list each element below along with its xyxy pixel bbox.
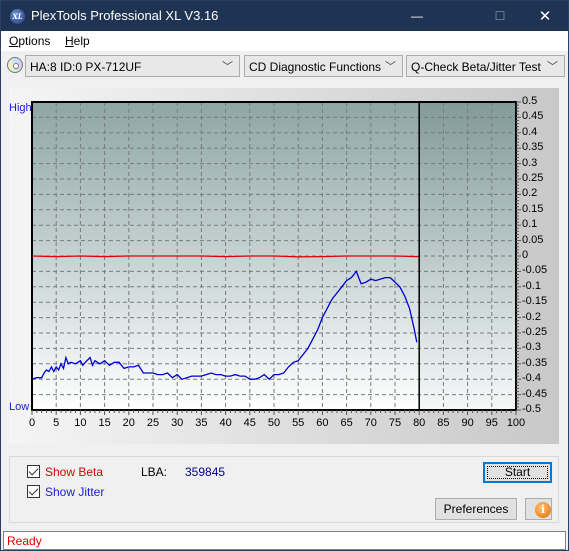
menu-help[interactable]: Help bbox=[65, 34, 90, 48]
start-button[interactable]: Start bbox=[483, 462, 552, 483]
menu-options-mnemonic: O bbox=[9, 34, 19, 48]
x-tick-label: 30 bbox=[171, 417, 184, 429]
beta-jitter-chart bbox=[31, 101, 521, 415]
y-tick-label: 0.4 bbox=[522, 125, 538, 138]
x-tick-label: 0 bbox=[28, 417, 36, 429]
y-tick-label: 0.1 bbox=[522, 218, 538, 231]
chevron-down-icon: ﹀ bbox=[222, 61, 233, 73]
y-tick-label: -0.5 bbox=[522, 403, 541, 415]
show-beta-label[interactable]: Show Beta bbox=[45, 465, 103, 479]
disc-drive-icon bbox=[7, 57, 23, 73]
x-tick-label: 70 bbox=[364, 417, 377, 429]
status-text: Ready bbox=[7, 534, 42, 548]
function-select-value: CD Diagnostic Functions bbox=[249, 60, 382, 74]
x-tick-label: 90 bbox=[461, 417, 474, 429]
y-tick-label: -0.45 bbox=[522, 387, 548, 400]
y-tick-label: -0.1 bbox=[522, 279, 541, 292]
test-select[interactable]: Q-Check Beta/Jitter Test ﹀ bbox=[406, 55, 565, 77]
controls-panel: Show Beta Show Jitter LBA: 359845 Start … bbox=[9, 456, 559, 523]
y-tick-label: 0.45 bbox=[522, 110, 544, 123]
x-tick-label: 95 bbox=[485, 417, 498, 429]
x-tick-label: 25 bbox=[146, 417, 160, 429]
y-tick-label: 0.15 bbox=[522, 202, 544, 215]
lba-value: 359845 bbox=[185, 465, 226, 479]
y-tick-label: 0.35 bbox=[522, 141, 544, 154]
drive-select-value: HA:8 ID:0 PX-712UF bbox=[30, 60, 142, 74]
y-tick-label: -0.05 bbox=[522, 264, 548, 277]
drive-select[interactable]: HA:8 ID:0 PX-712UF ﹀ bbox=[25, 55, 240, 77]
show-jitter-checkbox[interactable] bbox=[27, 485, 40, 498]
close-button[interactable]: ✕ bbox=[522, 1, 568, 31]
y-tick-label: -0.15 bbox=[522, 295, 548, 308]
y-tick-label: 0.05 bbox=[522, 233, 544, 246]
maximize-button[interactable]: ☐ bbox=[477, 1, 523, 31]
info-button[interactable]: i bbox=[525, 498, 552, 520]
x-tick-label: 80 bbox=[413, 417, 426, 429]
focus-rect bbox=[487, 466, 548, 479]
y-tick-label: -0.3 bbox=[522, 341, 541, 354]
y-tick-label: 0.2 bbox=[522, 187, 538, 200]
x-tick-label: 15 bbox=[98, 417, 111, 429]
x-tick-label: 55 bbox=[292, 417, 305, 429]
show-beta-checkbox[interactable] bbox=[27, 465, 40, 478]
x-tick-label: 50 bbox=[267, 417, 281, 429]
menu-bar: Options Help bbox=[1, 31, 568, 51]
window-title: PlexTools Professional XL V3.16 bbox=[31, 8, 219, 23]
chevron-down-icon: ﹀ bbox=[385, 61, 396, 73]
x-tick-label: 60 bbox=[316, 417, 329, 429]
x-tick-label: 85 bbox=[437, 417, 450, 429]
x-tick-label: 100 bbox=[506, 417, 526, 429]
menu-help-rest: elp bbox=[73, 34, 90, 48]
lba-label: LBA: bbox=[141, 465, 168, 479]
minimize-button[interactable]: — bbox=[394, 1, 440, 31]
x-tick-label: 35 bbox=[195, 417, 208, 429]
close-icon: ✕ bbox=[538, 8, 552, 25]
function-select[interactable]: CD Diagnostic Functions ﹀ bbox=[244, 55, 403, 77]
status-bar: Ready bbox=[3, 531, 566, 550]
y-tick-label: -0.2 bbox=[522, 310, 541, 323]
menu-options-rest: ptions bbox=[18, 34, 51, 48]
y-tick-label: -0.4 bbox=[522, 372, 541, 385]
x-tick-label: 40 bbox=[219, 417, 232, 429]
y-tick-label: -0.25 bbox=[522, 326, 548, 338]
y-tick-label: -0.35 bbox=[522, 356, 548, 369]
chevron-down-icon: ﹀ bbox=[547, 61, 558, 73]
x-tick-label: 75 bbox=[388, 417, 402, 429]
x-tick-label: 20 bbox=[122, 417, 135, 429]
y-tick-label: 0.3 bbox=[522, 156, 538, 169]
y-tick-label: 0.5 bbox=[522, 95, 538, 107]
x-tick-label: 45 bbox=[243, 417, 256, 429]
preferences-button-label: Preferences bbox=[443, 502, 509, 516]
x-tick-label: 65 bbox=[340, 417, 353, 429]
chart-panel: High Low 0 5 10 15 20 25 30 35 40 45 50 55 60 65 70 75 8… bbox=[9, 88, 559, 444]
preferences-button[interactable]: Preferences bbox=[435, 498, 517, 520]
x-tick-label: 5 bbox=[53, 417, 60, 429]
y-tick-label: 0.25 bbox=[522, 172, 544, 184]
menu-options[interactable]: Options bbox=[9, 34, 50, 48]
show-jitter-label[interactable]: Show Jitter bbox=[45, 485, 104, 499]
info-icon: i bbox=[535, 502, 551, 518]
minimize-icon: — bbox=[411, 9, 423, 23]
y-tick-label: 0 bbox=[522, 249, 529, 261]
menu-help-mnemonic: H bbox=[65, 34, 74, 48]
test-select-value: Q-Check Beta/Jitter Test bbox=[411, 60, 541, 74]
app-logo-icon: XL bbox=[10, 9, 25, 24]
maximize-icon: ☐ bbox=[494, 9, 506, 23]
x-tick-label: 10 bbox=[74, 417, 87, 429]
title-bar: XL PlexTools Professional XL V3.16 — ☐ ✕ bbox=[1, 1, 568, 31]
app-window: XL PlexTools Professional XL V3.16 — ☐ ✕… bbox=[0, 0, 569, 551]
